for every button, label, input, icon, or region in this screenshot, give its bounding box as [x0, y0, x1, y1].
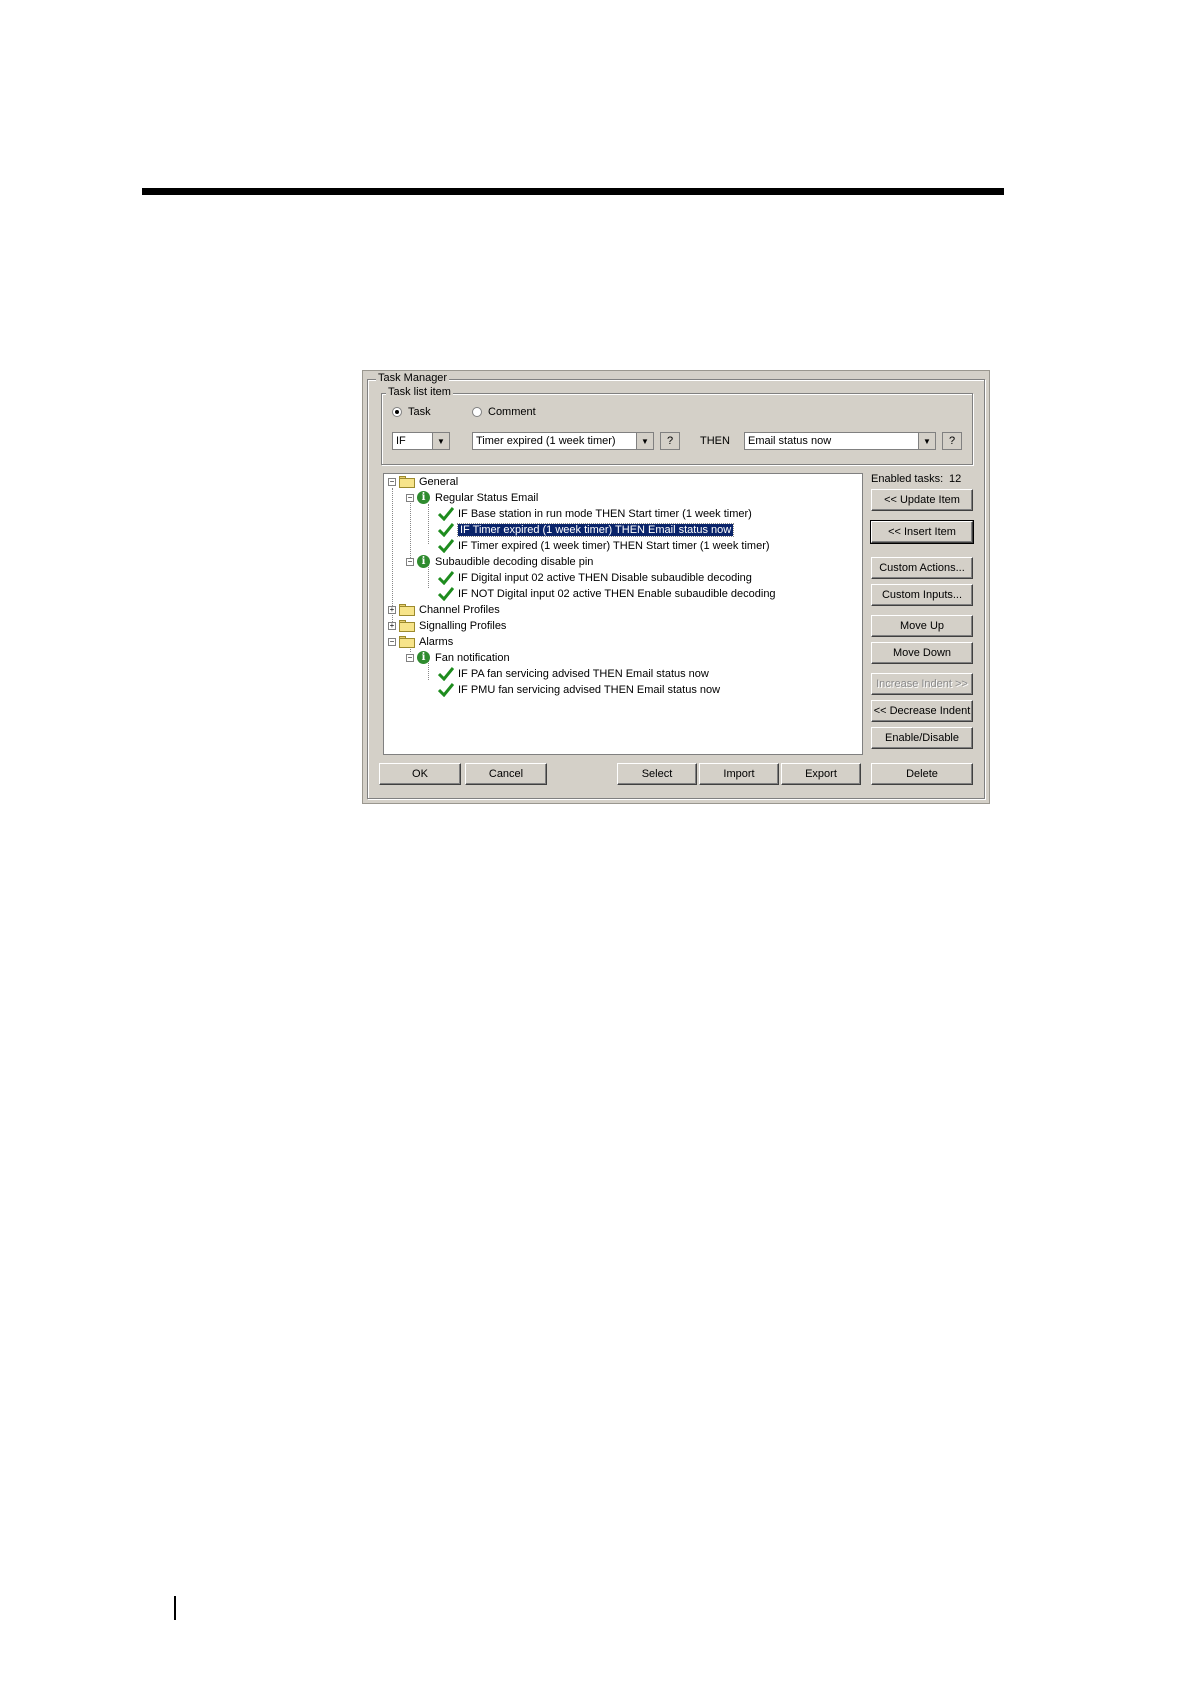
condition-combo-value: Timer expired (1 week timer)	[476, 435, 616, 447]
task-radio-label: Task	[408, 406, 431, 418]
checkmark-icon	[438, 522, 454, 537]
tree-task-item[interactable]: IF PMU fan servicing advised THEN Email …	[438, 682, 720, 697]
collapse-icon[interactable]: −	[406, 653, 414, 662]
enabled-tasks-label: Enabled tasks:	[871, 473, 944, 485]
tree-node-label: Subaudible decoding disable pin	[435, 555, 594, 568]
condition-combo[interactable]: Timer expired (1 week timer) ▼	[472, 432, 654, 450]
increase-indent-button[interactable]: Increase Indent >>	[871, 673, 973, 695]
chevron-down-icon[interactable]: ▼	[432, 433, 449, 449]
decrease-indent-button[interactable]: << Decrease Indent	[871, 700, 973, 722]
chevron-down-icon[interactable]: ▼	[636, 433, 653, 449]
tree-task-label: IF Digital input 02 active THEN Disable …	[458, 571, 752, 584]
tree-node-label: General	[419, 475, 459, 488]
folder-icon	[399, 603, 416, 616]
task-list-item-group: Task list item Task Comment IF ▼ Timer e…	[381, 386, 973, 465]
tree-task-label: IF Base station in run mode THEN Start t…	[458, 507, 752, 520]
tree-task-item-selected[interactable]: IF Timer expired (1 week timer) THEN Ema…	[438, 522, 735, 537]
task-radio[interactable]: Task	[392, 406, 431, 418]
custom-actions-button[interactable]: Custom Actions...	[871, 557, 973, 579]
enable-disable-button[interactable]: Enable/Disable	[871, 727, 973, 749]
chevron-down-icon[interactable]: ▼	[918, 433, 935, 449]
insert-item-button[interactable]: << Insert Item	[870, 520, 974, 544]
tree-task-item[interactable]: IF NOT Digital input 02 active THEN Enab…	[438, 586, 776, 601]
tree-node-label: Channel Profiles	[419, 603, 500, 616]
move-up-button[interactable]: Move Up	[871, 615, 973, 637]
action-help-button[interactable]: ?	[942, 432, 962, 450]
checkmark-icon	[438, 666, 454, 681]
page-margin-bar	[174, 1596, 176, 1620]
action-combo-value: Email status now	[748, 435, 832, 447]
tree-node-label: Signalling Profiles	[419, 619, 507, 632]
task-list-item-label: Task list item	[386, 386, 453, 398]
if-combo-value: IF	[396, 435, 406, 447]
tree-task-label: IF PA fan servicing advised THEN Email s…	[458, 667, 709, 680]
tree-node-signalling-profiles[interactable]: + Signalling Profiles	[388, 618, 506, 633]
page-header-rule	[142, 188, 1004, 195]
checkmark-icon	[438, 682, 454, 697]
import-button[interactable]: Import	[699, 763, 779, 785]
custom-inputs-button[interactable]: Custom Inputs...	[871, 584, 973, 606]
folder-icon	[399, 619, 416, 632]
expand-icon[interactable]: +	[388, 621, 396, 630]
info-icon: i	[417, 651, 430, 664]
expand-icon[interactable]: +	[388, 605, 396, 614]
tree-node-channel-profiles[interactable]: + Channel Profiles	[388, 602, 500, 617]
tree-task-item[interactable]: IF Base station in run mode THEN Start t…	[438, 506, 752, 521]
collapse-icon[interactable]: −	[388, 637, 396, 646]
checkmark-icon	[438, 570, 454, 585]
task-manager-title: Task Manager	[376, 372, 450, 384]
tree-task-item[interactable]: IF Timer expired (1 week timer) THEN Sta…	[438, 538, 770, 553]
checkmark-icon	[438, 538, 454, 553]
update-item-button[interactable]: << Update Item	[871, 489, 973, 511]
folder-icon	[399, 475, 416, 488]
if-combo[interactable]: IF ▼	[392, 432, 450, 450]
tree-node-fan-notification[interactable]: − i Fan notification	[406, 650, 510, 665]
tree-task-item[interactable]: IF PA fan servicing advised THEN Email s…	[438, 666, 709, 681]
select-button[interactable]: Select	[617, 763, 697, 785]
tree-node-label: Alarms	[419, 635, 454, 648]
then-label: THEN	[700, 435, 730, 447]
tree-node-label: Regular Status Email	[435, 491, 539, 504]
cancel-button[interactable]: Cancel	[465, 763, 547, 785]
radio-unselected-icon	[472, 407, 482, 417]
action-combo[interactable]: Email status now ▼	[744, 432, 936, 450]
checkmark-icon	[438, 586, 454, 601]
tree-node-regular-status-email[interactable]: − i Regular Status Email	[406, 490, 538, 505]
tree-task-label: IF Timer expired (1 week timer) THEN Sta…	[458, 539, 770, 552]
export-button[interactable]: Export	[781, 763, 861, 785]
info-icon: i	[417, 555, 430, 568]
tree-task-item[interactable]: IF Digital input 02 active THEN Disable …	[438, 570, 752, 585]
tree-node-label: Fan notification	[435, 651, 510, 664]
comment-radio[interactable]: Comment	[472, 406, 536, 418]
enabled-tasks-count: 12	[949, 473, 962, 485]
delete-button[interactable]: Delete	[871, 763, 973, 785]
tree-node-alarms[interactable]: − Alarms	[388, 634, 453, 649]
tree-guide	[428, 504, 429, 544]
radio-selected-icon	[392, 407, 402, 417]
collapse-icon[interactable]: −	[388, 477, 396, 486]
tree-node-general[interactable]: − General	[388, 474, 458, 489]
info-icon: i	[417, 491, 430, 504]
ok-button[interactable]: OK	[379, 763, 461, 785]
folder-icon	[399, 635, 416, 648]
tree-task-label: IF NOT Digital input 02 active THEN Enab…	[458, 587, 776, 600]
tree-task-label: IF PMU fan servicing advised THEN Email …	[458, 683, 721, 696]
tree-node-subaudible[interactable]: − i Subaudible decoding disable pin	[406, 554, 593, 569]
task-manager-dialog: Task Manager Task list item Task Comment…	[362, 370, 990, 804]
comment-radio-label: Comment	[488, 406, 536, 418]
tree-task-label: IF Timer expired (1 week timer) THEN Ema…	[456, 522, 735, 537]
collapse-icon[interactable]: −	[406, 557, 414, 566]
condition-help-button[interactable]: ?	[660, 432, 680, 450]
checkmark-icon	[438, 506, 454, 521]
collapse-icon[interactable]: −	[406, 493, 414, 502]
tree-guide	[410, 496, 411, 558]
move-down-button[interactable]: Move Down	[871, 642, 973, 664]
task-tree[interactable]: − General − i Regular Status Email IF Ba…	[383, 473, 863, 755]
